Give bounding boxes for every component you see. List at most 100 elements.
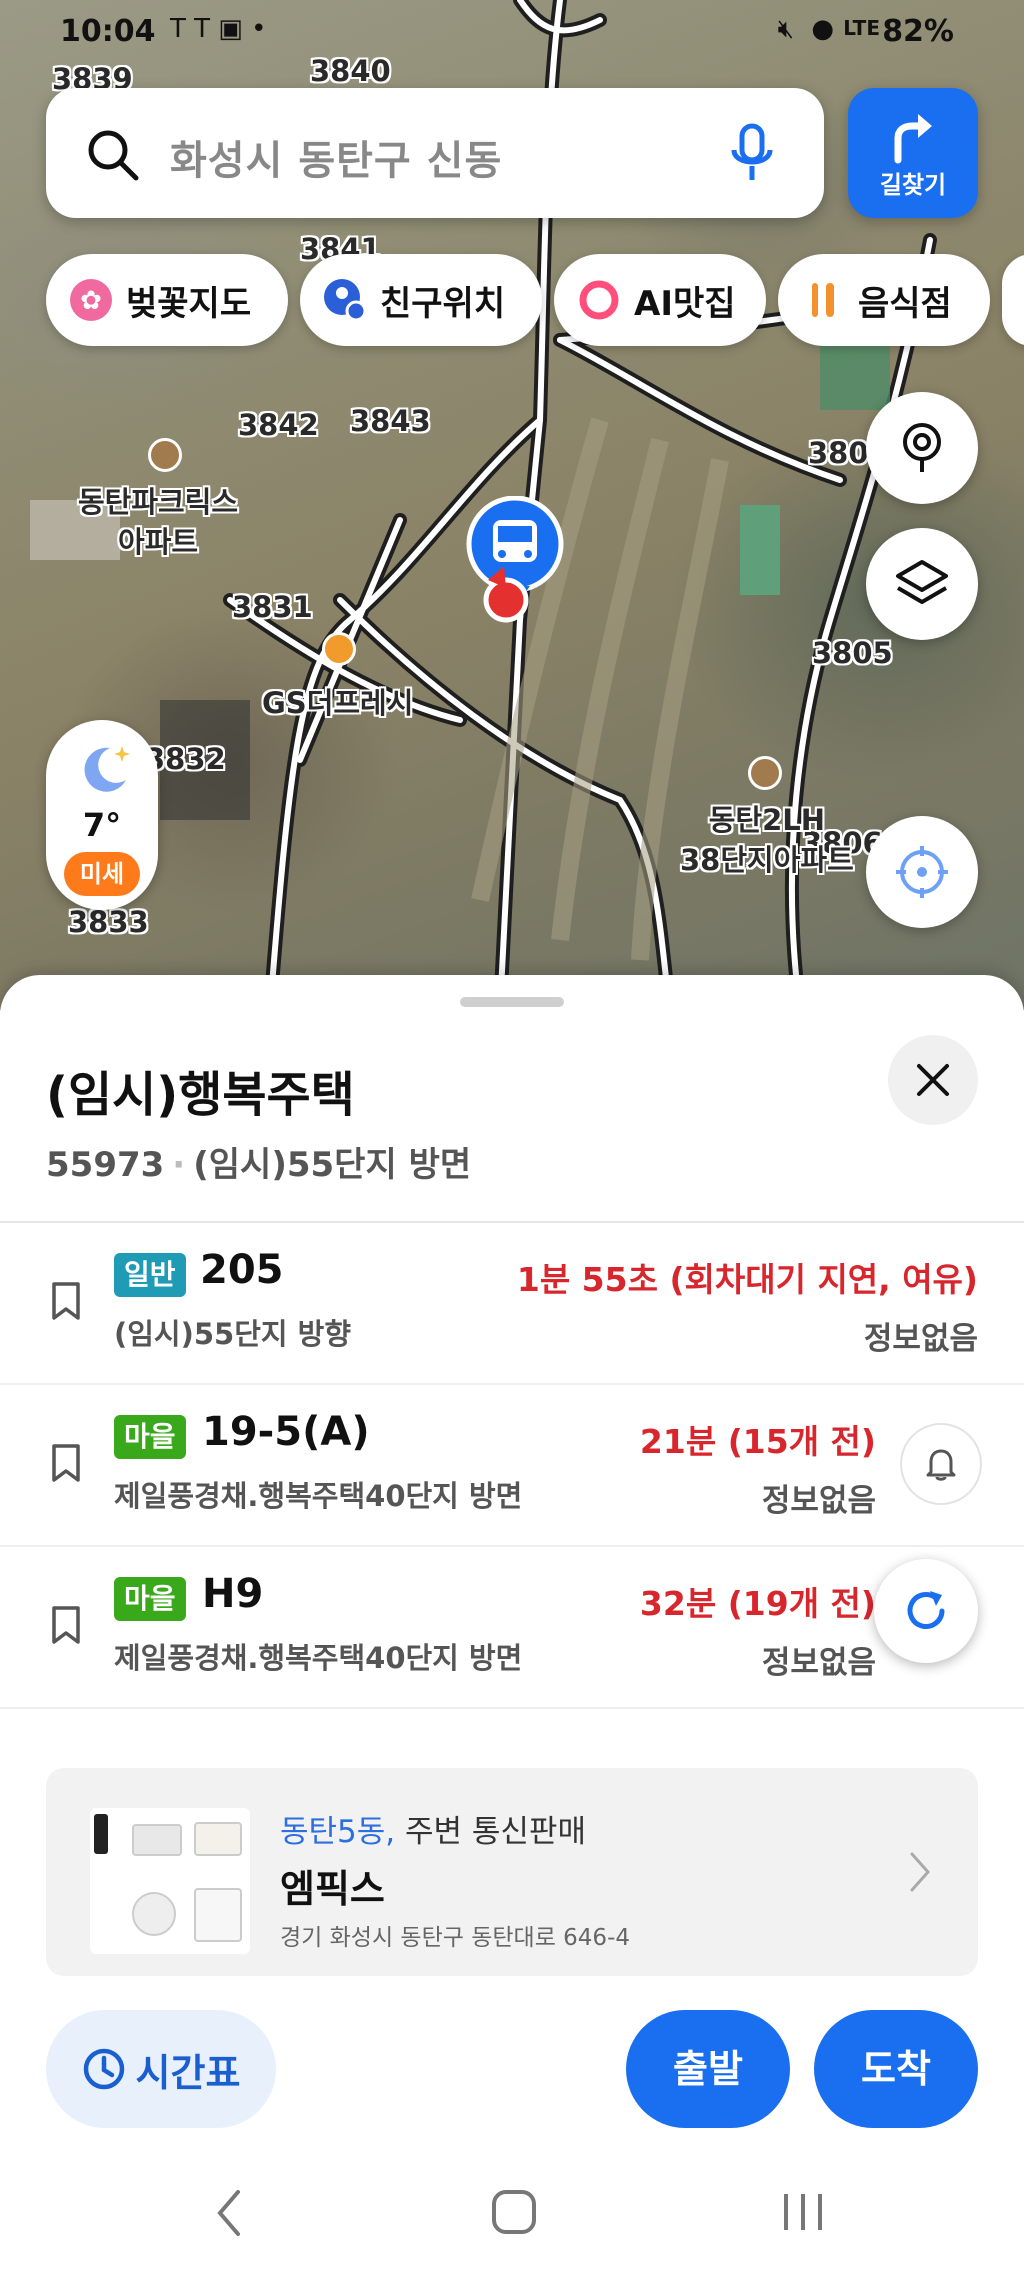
- ad-tagline: 동탄5동, 주변 통신판매: [280, 1806, 586, 1851]
- ad-store-name: 엠픽스: [280, 1867, 385, 1911]
- ad-category: 주변 통신판매: [405, 1814, 586, 1850]
- bookmark-icon[interactable]: [50, 1443, 82, 1483]
- bus-row[interactable]: 마을 H9 제일풍경채.행복주택40단지 방면 32분 (19개 전) 정보없음: [0, 1547, 1024, 1707]
- layers-icon: [896, 560, 948, 604]
- clock-icon: [83, 2048, 124, 2090]
- map-label-apartment-line1: 동탄2LH: [708, 803, 826, 837]
- map-layers-button[interactable]: [866, 528, 978, 640]
- bus-type-badge: 일반: [114, 1253, 186, 1297]
- timetable-label: 시간표: [135, 2050, 241, 2095]
- svg-text:✿: ✿: [80, 286, 102, 316]
- crosshair-icon: [896, 846, 948, 898]
- bookmark-icon[interactable]: [50, 1605, 82, 1645]
- utensils-icon: [800, 277, 846, 323]
- search-input[interactable]: 화성시 동탄구 신동: [170, 128, 502, 186]
- weather-temperature: 7°: [82, 806, 122, 844]
- bus-type-badge: 마을: [114, 1415, 186, 1459]
- bus-number: 19-5(A): [202, 1409, 370, 1455]
- battery-level: 82%: [882, 14, 954, 49]
- map-label-building: 3833: [68, 905, 149, 939]
- second-arrival: 정보없음: [761, 1645, 876, 1681]
- apartment-icon[interactable]: [748, 756, 782, 790]
- notification-icons: T T ▣ •: [170, 14, 267, 44]
- chip-ai-restaurants[interactable]: AI맛집: [554, 254, 766, 346]
- status-bar: 10:04 T T ▣ • 🔇︎ ● LTE 82%: [60, 8, 964, 58]
- timetable-button[interactable]: 시간표: [46, 2010, 276, 2128]
- bookmark-icon[interactable]: [50, 1281, 82, 1321]
- search-bar[interactable]: 화성시 동탄구 신동: [46, 88, 824, 218]
- nearby-ad-card[interactable]: 동탄5동, 주변 통신판매 엠픽스 경기 화성시 동탄구 동탄대로 646-4: [46, 1768, 978, 1976]
- system-navigation-bar: [0, 2150, 1024, 2283]
- ai-ring-icon: [576, 277, 622, 323]
- turn-arrow-icon: [894, 114, 932, 164]
- bus-direction: (임시)55단지 방향: [114, 1317, 352, 1351]
- second-arrival: 정보없음: [761, 1483, 876, 1519]
- close-icon: [917, 1064, 949, 1096]
- chip-label: 친구위치: [380, 283, 506, 324]
- second-arrival: 정보없음: [863, 1321, 978, 1357]
- product-thumbnail: [90, 1808, 250, 1954]
- stop-title: (임시)행복주택: [46, 1067, 355, 1123]
- map-label-apartment-line2: 아파트: [118, 525, 199, 559]
- chip-label: 벚꽃지도: [126, 283, 252, 324]
- moon-icon: [84, 746, 130, 792]
- bus-direction: 제일풍경채.행복주택40단지 방면: [114, 1479, 523, 1513]
- arrival-alert-button[interactable]: [900, 1423, 982, 1505]
- network-label: LTE: [843, 16, 880, 40]
- chip-label: 음식점: [858, 283, 952, 324]
- bus-icon: [466, 495, 564, 623]
- map-label-apartment[interactable]: 동탄파크릭스 아파트: [78, 482, 238, 562]
- bus-number: 205: [200, 1247, 284, 1293]
- shopping-icon[interactable]: [322, 632, 356, 666]
- home-icon[interactable]: [490, 2188, 538, 2236]
- refresh-button[interactable]: [874, 1559, 978, 1663]
- back-icon[interactable]: [214, 2188, 244, 2238]
- ad-address: 경기 화성시 동탄구 동탄대로 646-4: [280, 1925, 630, 1951]
- search-icon: [88, 130, 139, 181]
- map-label-store[interactable]: GS더프레시: [262, 680, 413, 722]
- stop-subtitle: 55973 · (임시)55단지 방면: [46, 1137, 471, 1186]
- map-label-building: 3805: [812, 636, 893, 670]
- depart-button[interactable]: 출발: [626, 2010, 790, 2128]
- chip-label: AI맛집: [634, 283, 736, 324]
- separator-dot: ·: [172, 1145, 186, 1185]
- map-label-apartment[interactable]: 동탄2LH 38단지아파트: [680, 800, 854, 880]
- arrival-time: 1분 55초 (회차대기 지연, 여유): [516, 1260, 978, 1299]
- bus-direction: 제일풍경채.행복주택40단지 방면: [114, 1641, 523, 1675]
- friend-location-icon: [322, 277, 368, 323]
- close-button[interactable]: [888, 1035, 978, 1125]
- chevron-right-icon: [910, 1852, 931, 1892]
- chip-friend-location[interactable]: 친구위치: [300, 254, 542, 346]
- apartment-icon[interactable]: [148, 438, 182, 472]
- bus-row[interactable]: 일반 205 (임시)55단지 방향 1분 55초 (회차대기 지연, 여유) …: [0, 1223, 1024, 1383]
- bus-number: H9: [202, 1571, 264, 1617]
- arrival-time: 21분 (15개 전): [639, 1422, 876, 1461]
- fine-dust-badge: 미세: [64, 852, 140, 896]
- street-view-button[interactable]: [866, 392, 978, 504]
- microphone-icon[interactable]: [730, 122, 774, 186]
- weather-widget[interactable]: 7° 미세: [46, 720, 158, 910]
- street-view-icon: [903, 423, 941, 472]
- bus-stop-marker[interactable]: [460, 495, 570, 650]
- map-label-building: 3843: [350, 404, 431, 438]
- stop-id: 55973: [46, 1145, 165, 1185]
- map-label-building: 3840: [310, 54, 391, 88]
- directions-button[interactable]: 길찾기: [848, 88, 978, 218]
- map-label-building: 3842: [238, 408, 319, 442]
- recent-apps-icon[interactable]: [780, 2190, 826, 2234]
- my-location-button[interactable]: [866, 816, 978, 928]
- map-view[interactable]: 3839 3840 3841 3842 3843 3831 3832 3833 …: [0, 0, 1024, 1010]
- status-time: 10:04: [60, 14, 156, 49]
- arrive-button[interactable]: 도착: [814, 2010, 978, 2128]
- ad-location: 동탄5동,: [280, 1814, 396, 1850]
- chip-cherry-blossom-map[interactable]: ✿ 벚꽃지도: [46, 254, 288, 346]
- stop-direction: (임시)55단지 방면: [193, 1145, 472, 1185]
- arrival-time: 32분 (19개 전): [639, 1584, 876, 1623]
- chip-restaurants[interactable]: 음식점: [778, 254, 990, 346]
- directions-label: 길찾기: [879, 171, 947, 199]
- map-label-apartment-line1: 동탄파크릭스: [78, 485, 239, 519]
- sheet-drag-handle[interactable]: [460, 997, 564, 1007]
- location-icon: ●: [811, 14, 834, 44]
- bell-icon: [926, 1449, 956, 1481]
- bus-row[interactable]: 마을 19-5(A) 제일풍경채.행복주택40단지 방면 21분 (15개 전)…: [0, 1385, 1024, 1545]
